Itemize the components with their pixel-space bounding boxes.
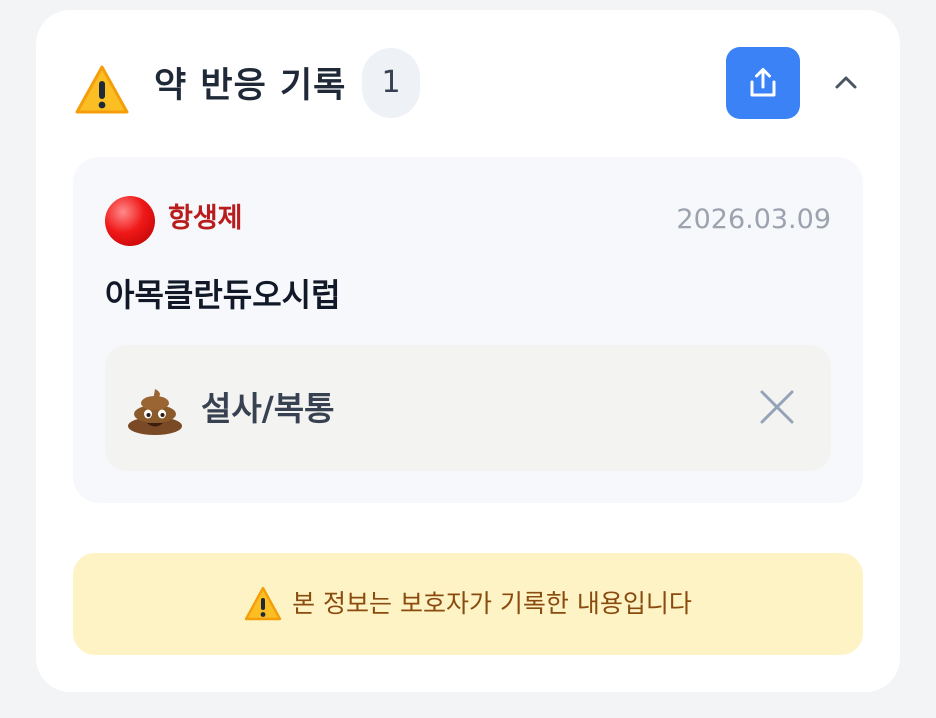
poop-icon xyxy=(128,389,182,435)
share-button[interactable] xyxy=(726,47,800,119)
card-header: 약 반응 기록 1 xyxy=(36,10,900,160)
red-circle-icon xyxy=(105,196,155,246)
close-icon[interactable] xyxy=(757,387,797,427)
warning-icon xyxy=(75,65,129,114)
collapse-button[interactable] xyxy=(826,62,866,102)
drug-reaction-card: 약 반응 기록 1 항생제 2026.03.09 아목클란듀오시럽 설사/복통 … xyxy=(36,10,900,692)
drug-name: 아목클란듀오시럽 xyxy=(105,276,341,314)
chevron-up-icon xyxy=(835,76,857,89)
notice-text: 본 정보는 보호자가 기록한 내용입니다 xyxy=(292,589,692,618)
symptom-chip: 설사/복통 xyxy=(105,345,831,471)
reaction-entry: 항생제 2026.03.09 아목클란듀오시럽 설사/복통 xyxy=(73,157,863,503)
count-badge: 1 xyxy=(362,48,420,118)
entry-date: 2026.03.09 xyxy=(676,204,831,235)
section-title: 약 반응 기록 xyxy=(154,66,347,106)
share-icon xyxy=(750,68,776,97)
symptom-label: 설사/복통 xyxy=(201,389,335,428)
drug-class-label: 항생제 xyxy=(168,203,243,234)
warning-icon xyxy=(244,586,282,621)
guardian-notice: 본 정보는 보호자가 기록한 내용입니다 xyxy=(73,553,863,655)
